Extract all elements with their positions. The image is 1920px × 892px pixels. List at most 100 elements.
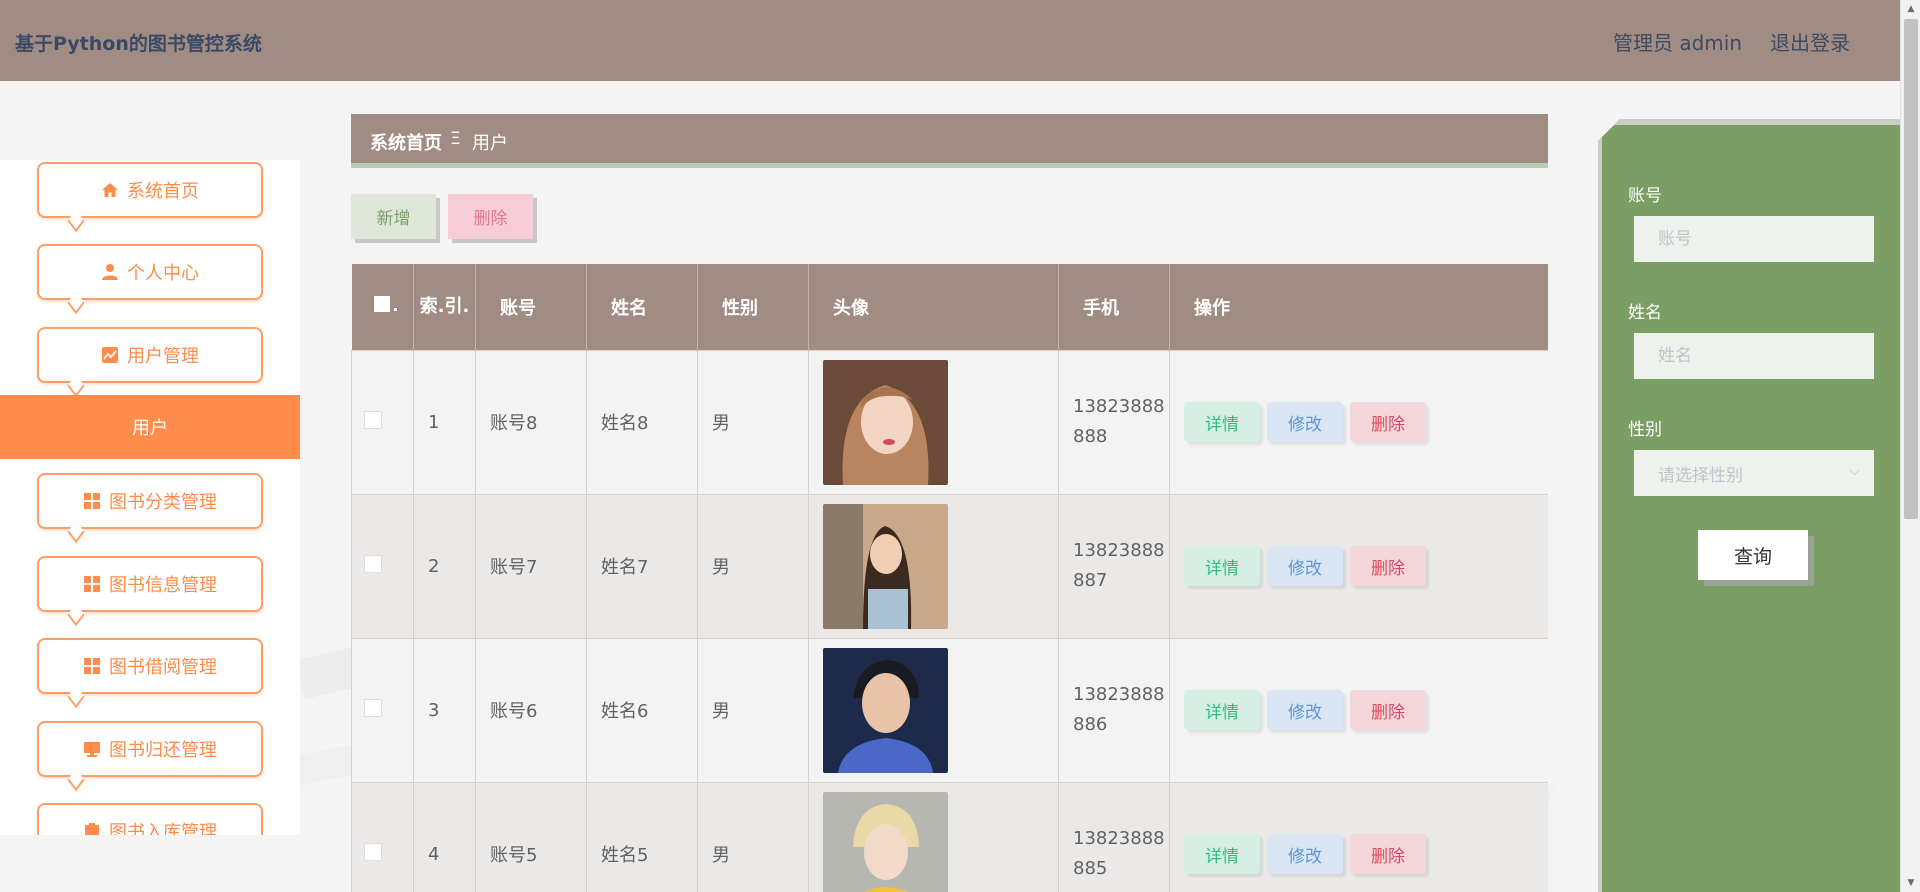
table-row: 2 账号7 姓名7 男 13823888 887 详情 修改 删除 xyxy=(351,493,1548,639)
row-account: 账号6 xyxy=(475,637,587,783)
grid-icon xyxy=(84,658,100,674)
grid-icon xyxy=(84,493,100,509)
row-actions: 详情 修改 删除 xyxy=(1184,834,1548,874)
search-panel: 账号 姓名 性别 请选择性别 ⌵ 查询 xyxy=(1598,119,1900,892)
header-index: 索.引. xyxy=(413,264,476,350)
header-phone: 手机 xyxy=(1058,264,1170,350)
clipboard-icon xyxy=(85,823,99,835)
row-name: 姓名7 xyxy=(586,493,698,639)
header-select-all xyxy=(351,264,414,350)
gender-label: 性别 xyxy=(1628,420,1662,440)
sidebar-item-book-info[interactable]: 图书信息管理 xyxy=(37,556,263,612)
sidebar-item-home[interactable]: 系统首页 xyxy=(37,162,263,218)
row-gender: 男 xyxy=(697,493,809,639)
row-name: 姓名5 xyxy=(586,781,698,892)
detail-button[interactable]: 详情 xyxy=(1184,546,1260,586)
top-header: 基于Python的图书管控系统 管理员 admin 退出登录 xyxy=(0,0,1900,81)
sidebar-item-profile[interactable]: 个人中心 xyxy=(37,244,263,300)
row-phone-cont: 886 xyxy=(1073,714,1108,735)
sidebar-item-book-category[interactable]: 图书分类管理 xyxy=(37,473,263,529)
sidebar-item-label: 图书入库管理 xyxy=(109,822,217,835)
row-phone: 13823888 xyxy=(1073,396,1165,417)
add-button[interactable]: 新增 xyxy=(351,194,436,239)
row-phone-cont: 887 xyxy=(1073,570,1108,591)
avatar[interactable] xyxy=(823,359,948,485)
sidebar-item-label: 图书归还管理 xyxy=(109,740,217,761)
select-all-checkbox[interactable] xyxy=(374,296,398,313)
delete-button[interactable]: 删除 xyxy=(1350,834,1426,874)
row-account: 账号7 xyxy=(475,493,587,639)
account-search-input[interactable] xyxy=(1634,216,1874,262)
delete-button[interactable]: 删除 xyxy=(1350,546,1426,586)
sidebar-item-user[interactable]: 用户 xyxy=(0,395,300,459)
sidebar-item-book-stock-in[interactable]: 图书入库管理 xyxy=(37,803,263,835)
row-gender: 男 xyxy=(697,349,809,495)
sidebar: 系统首页 个人中心 用户管理 用户 图书分类管理 图书信息管理 图书借阅管理 图… xyxy=(0,160,300,835)
grid-icon xyxy=(84,576,100,592)
row-index: 2 xyxy=(413,493,476,639)
scrollbar-thumb[interactable] xyxy=(1904,19,1918,519)
header-name: 姓名 xyxy=(586,264,698,350)
avatar[interactable] xyxy=(823,503,948,629)
table-row: 4 账号5 姓名5 男 13823888 885 详情 修改 删除 xyxy=(351,781,1548,892)
breadcrumb-home[interactable]: 系统首页 xyxy=(370,129,442,155)
row-checkbox[interactable] xyxy=(364,554,382,573)
table-row: 3 账号6 姓名6 男 13823888 886 详情 修改 删除 xyxy=(351,637,1548,783)
detail-button[interactable]: 详情 xyxy=(1184,690,1260,730)
delete-button[interactable]: 删除 xyxy=(1350,402,1426,442)
logout-link[interactable]: 退出登录 xyxy=(1770,27,1850,56)
sidebar-item-label: 图书借阅管理 xyxy=(109,657,217,678)
name-search-input[interactable] xyxy=(1634,333,1874,379)
row-phone-cont: 888 xyxy=(1073,426,1108,447)
edit-button[interactable]: 修改 xyxy=(1267,546,1343,586)
row-index: 1 xyxy=(413,349,476,495)
row-index: 3 xyxy=(413,637,476,783)
edit-button[interactable]: 修改 xyxy=(1267,402,1343,442)
sidebar-item-book-return[interactable]: 图书归还管理 xyxy=(37,721,263,777)
header-gender: 性别 xyxy=(697,264,809,350)
row-account: 账号8 xyxy=(475,349,587,495)
page-scrollbar[interactable]: ▲ ▼ xyxy=(1900,0,1920,892)
sidebar-item-user-management[interactable]: 用户管理 xyxy=(37,327,263,383)
detail-button[interactable]: 详情 xyxy=(1184,834,1260,874)
gender-select-placeholder: 请选择性别 xyxy=(1658,465,1743,486)
header-account: 账号 xyxy=(475,264,587,350)
edit-button[interactable]: 修改 xyxy=(1267,690,1343,730)
breadcrumb-current: 用户 xyxy=(472,133,508,154)
query-button[interactable]: 查询 xyxy=(1698,530,1808,580)
scroll-up-arrow-icon[interactable]: ▲ xyxy=(1901,0,1920,18)
row-name: 姓名8 xyxy=(586,349,698,495)
edit-button[interactable]: 修改 xyxy=(1267,834,1343,874)
row-checkbox[interactable] xyxy=(364,842,382,861)
batch-delete-button[interactable]: 删除 xyxy=(448,194,533,239)
row-gender: 男 xyxy=(697,781,809,892)
sidebar-item-label: 图书分类管理 xyxy=(109,492,217,513)
sidebar-item-label: 图书信息管理 xyxy=(109,575,217,596)
header-avatar: 头像 xyxy=(808,264,1059,350)
breadcrumb-separator-icon: Ξ xyxy=(450,129,461,149)
row-checkbox[interactable] xyxy=(364,410,382,429)
app-title: 基于Python的图书管控系统 xyxy=(15,33,262,55)
header-ops: 操作 xyxy=(1169,264,1548,350)
chevron-down-icon: ⌵ xyxy=(1849,463,1860,479)
sidebar-item-label: 系统首页 xyxy=(127,181,199,202)
row-phone: 13823888 xyxy=(1073,540,1165,561)
row-account: 账号5 xyxy=(475,781,587,892)
scroll-down-arrow-icon[interactable]: ▼ xyxy=(1901,874,1920,892)
breadcrumb: 系统首页 Ξ 用户 xyxy=(351,114,1548,168)
detail-button[interactable]: 详情 xyxy=(1184,402,1260,442)
delete-button[interactable]: 删除 xyxy=(1350,690,1426,730)
sidebar-item-book-borrow[interactable]: 图书借阅管理 xyxy=(37,638,263,694)
table-row: 1 账号8 姓名8 男 13823888 888 详情 修改 删除 xyxy=(351,349,1548,495)
table-header-row: 索.引. 账号 姓名 性别 头像 手机 操作 xyxy=(351,264,1548,350)
chart-icon xyxy=(102,347,118,363)
gender-select[interactable]: 请选择性别 ⌵ xyxy=(1634,450,1874,496)
avatar[interactable] xyxy=(823,791,948,892)
row-actions: 详情 修改 删除 xyxy=(1184,402,1548,442)
row-checkbox[interactable] xyxy=(364,698,382,717)
account-label: 账号 xyxy=(1628,186,1662,206)
row-name: 姓名6 xyxy=(586,637,698,783)
user-table: 索.引. 账号 姓名 性别 头像 手机 操作 1 账号8 姓名8 男 13823… xyxy=(351,264,1548,892)
avatar[interactable] xyxy=(823,647,948,773)
row-phone: 13823888 xyxy=(1073,684,1165,705)
